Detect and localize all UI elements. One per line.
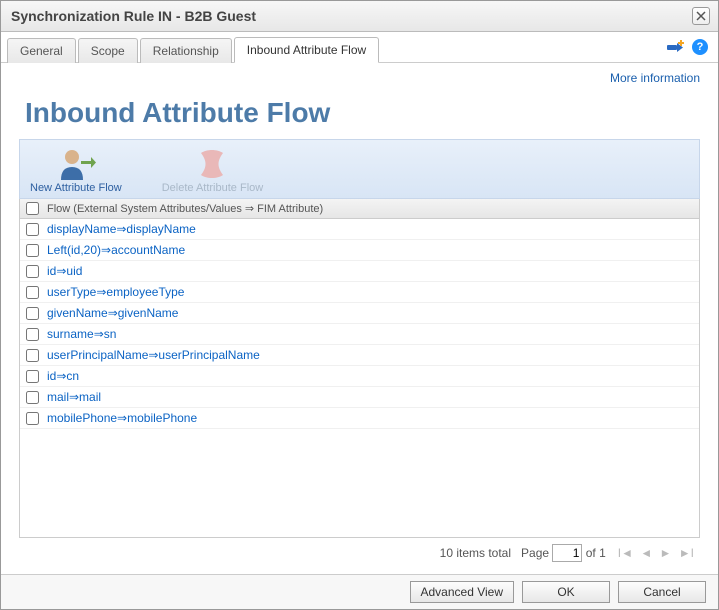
prev-page-icon[interactable]: ◄	[640, 546, 652, 560]
row-checkbox[interactable]	[26, 349, 39, 362]
tab-general[interactable]: General	[7, 38, 76, 63]
tabbar-row: General Scope Relationship Inbound Attri…	[1, 32, 718, 63]
items-total-text: 10 items total	[440, 546, 511, 560]
table-row: userPrincipalName⇒userPrincipalName	[20, 345, 699, 366]
pager-nav: I◄ ◄ ► ►I	[616, 546, 696, 560]
close-icon	[696, 11, 706, 21]
table-row: givenName⇒givenName	[20, 303, 699, 324]
person-icon	[56, 146, 96, 182]
row-checkbox[interactable]	[26, 391, 39, 404]
more-info-row: More information	[1, 63, 718, 85]
table-row: Left(id,20)⇒accountName	[20, 240, 699, 261]
first-page-icon[interactable]: I◄	[618, 546, 633, 560]
last-page-icon[interactable]: ►I	[679, 546, 694, 560]
flow-toolbar: New Attribute Flow Delete Attribute Flow	[19, 139, 700, 199]
column-header-flow: Flow (External System Attributes/Values …	[47, 202, 323, 215]
flow-link[interactable]: mobilePhone⇒mobilePhone	[47, 411, 197, 425]
flow-link[interactable]: id⇒uid	[47, 264, 82, 278]
titlebar: Synchronization Rule IN - B2B Guest	[1, 1, 718, 32]
flow-link[interactable]: mail⇒mail	[47, 390, 101, 404]
row-checkbox[interactable]	[26, 370, 39, 383]
help-icon[interactable]: ?	[692, 39, 708, 55]
tab-inbound-attribute-flow[interactable]: Inbound Attribute Flow	[234, 37, 379, 63]
flow-link[interactable]: id⇒cn	[47, 369, 79, 383]
row-checkbox[interactable]	[26, 286, 39, 299]
delete-attribute-flow-button: Delete Attribute Flow	[162, 146, 264, 194]
next-page-icon[interactable]: ►	[660, 546, 672, 560]
pager: 10 items total Page of 1 I◄ ◄ ► ►I	[19, 538, 700, 570]
close-button[interactable]	[692, 7, 710, 25]
page-heading: Inbound Attribute Flow	[19, 85, 700, 139]
row-checkbox[interactable]	[26, 244, 39, 257]
new-attribute-flow-label: New Attribute Flow	[30, 182, 122, 194]
dialog-window: Synchronization Rule IN - B2B Guest Gene…	[0, 0, 719, 610]
delete-attribute-flow-label: Delete Attribute Flow	[162, 182, 264, 194]
row-checkbox[interactable]	[26, 223, 39, 236]
window-title: Synchronization Rule IN - B2B Guest	[11, 8, 256, 24]
content-area: Inbound Attribute Flow New Attribute Flo…	[1, 85, 718, 574]
table-row: mobilePhone⇒mobilePhone	[20, 408, 699, 429]
ok-button[interactable]: OK	[522, 581, 610, 603]
table-header: Flow (External System Attributes/Values …	[19, 199, 700, 219]
tabbar: General Scope Relationship Inbound Attri…	[1, 36, 381, 62]
toolbar-right-icons: ?	[666, 39, 710, 55]
flow-link[interactable]: Left(id,20)⇒accountName	[47, 243, 185, 257]
cancel-button[interactable]: Cancel	[618, 581, 706, 603]
flow-link[interactable]: givenName⇒givenName	[47, 306, 178, 320]
flow-link[interactable]: surname⇒sn	[47, 327, 116, 341]
dialog-footer: Advanced View OK Cancel	[1, 574, 718, 609]
page-input[interactable]	[552, 544, 582, 562]
flow-link[interactable]: displayName⇒displayName	[47, 222, 196, 236]
page-of-text: of 1	[586, 546, 606, 560]
table-row: mail⇒mail	[20, 387, 699, 408]
select-all-checkbox[interactable]	[26, 202, 39, 215]
row-checkbox[interactable]	[26, 328, 39, 341]
page-label: Page	[521, 546, 549, 560]
advanced-view-button[interactable]: Advanced View	[410, 581, 515, 603]
row-checkbox[interactable]	[26, 307, 39, 320]
tab-relationship[interactable]: Relationship	[140, 38, 232, 63]
table-row: userType⇒employeeType	[20, 282, 699, 303]
flow-link[interactable]: userType⇒employeeType	[47, 285, 184, 299]
more-information-link[interactable]: More information	[610, 71, 700, 85]
table-row: surname⇒sn	[20, 324, 699, 345]
add-icon[interactable]	[666, 40, 686, 54]
new-attribute-flow-button[interactable]: New Attribute Flow	[30, 146, 122, 194]
table-row: displayName⇒displayName	[20, 219, 699, 240]
table-row: id⇒uid	[20, 261, 699, 282]
flow-link[interactable]: userPrincipalName⇒userPrincipalName	[47, 348, 260, 362]
tab-scope[interactable]: Scope	[78, 38, 138, 63]
table-row: id⇒cn	[20, 366, 699, 387]
row-checkbox[interactable]	[26, 265, 39, 278]
table-body: displayName⇒displayName Left(id,20)⇒acco…	[19, 219, 700, 538]
delete-x-icon	[195, 146, 229, 182]
row-checkbox[interactable]	[26, 412, 39, 425]
